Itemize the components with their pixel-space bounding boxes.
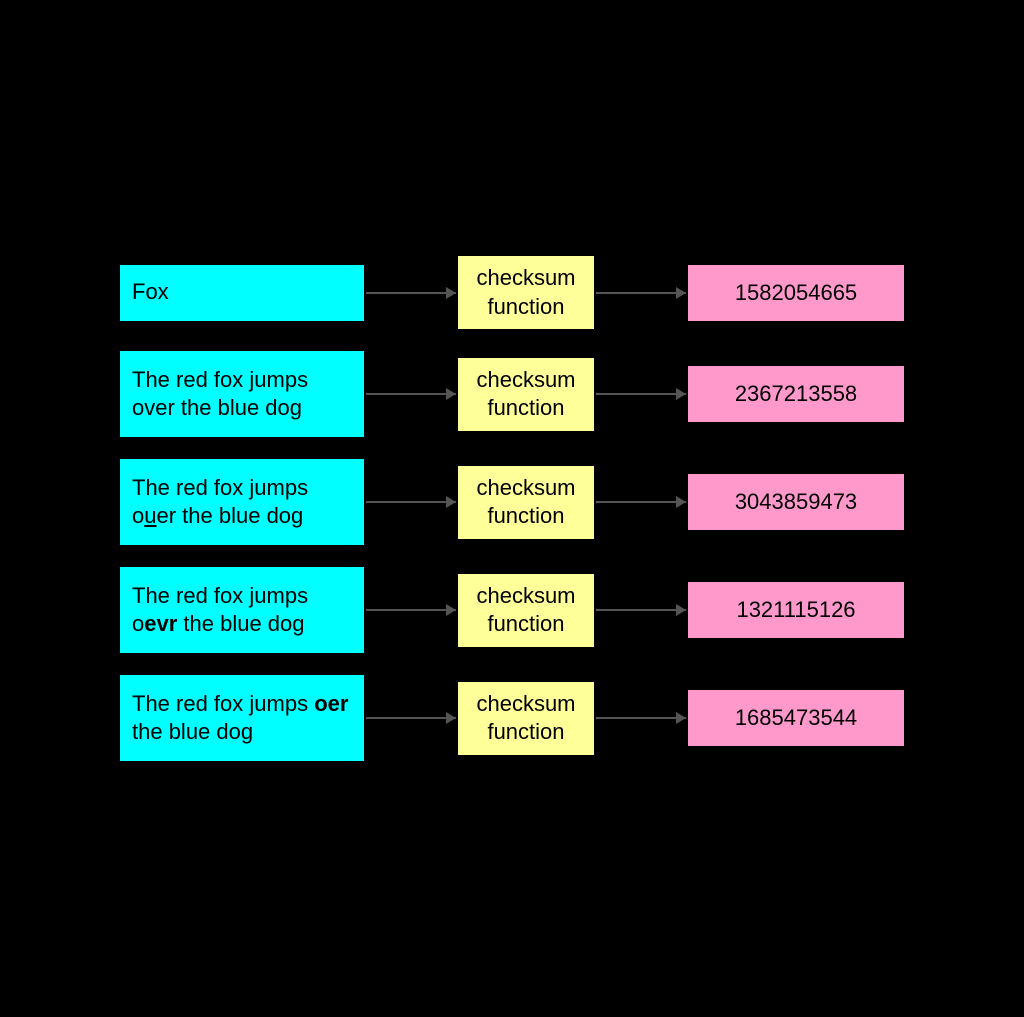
input-oer: The red fox jumps oer the blue dog: [118, 673, 366, 763]
connector-oevr-right: [596, 609, 686, 611]
input-oevr: The red fox jumps oevr the blue dog: [118, 565, 366, 655]
function-full-label: checksumfunction: [476, 366, 575, 423]
input-full-text: The red fox jumps over the blue dog: [132, 366, 352, 423]
diagram: Fox checksumfunction 1582054665 The red …: [98, 234, 926, 783]
output-oevr-value: 1321115126: [736, 597, 855, 623]
function-oevr-label: checksumfunction: [476, 582, 575, 639]
row-ouer: The red fox jumps ouer the blue dog chec…: [118, 457, 906, 547]
input-ouer-text: The red fox jumps ouer the blue dog: [132, 474, 352, 531]
output-full: 2367213558: [686, 364, 906, 424]
connector-oevr-left: [366, 609, 456, 611]
function-oevr: checksumfunction: [456, 572, 596, 649]
function-ouer-label: checksumfunction: [476, 474, 575, 531]
input-ouer: The red fox jumps ouer the blue dog: [118, 457, 366, 547]
connector-oer-right: [596, 717, 686, 719]
input-fox: Fox: [118, 263, 366, 323]
row-fox: Fox checksumfunction 1582054665: [118, 254, 906, 331]
connector-fox-left: [366, 292, 456, 294]
oer-bold: oer: [314, 691, 348, 716]
function-oer-label: checksumfunction: [476, 690, 575, 747]
input-full: The red fox jumps over the blue dog: [118, 349, 366, 439]
output-full-value: 2367213558: [735, 381, 857, 407]
function-fox-label: checksumfunction: [476, 264, 575, 321]
row-oer: The red fox jumps oer the blue dog check…: [118, 673, 906, 763]
function-ouer: checksumfunction: [456, 464, 596, 541]
connector-fox-right: [596, 292, 686, 294]
row-full: The red fox jumps over the blue dog chec…: [118, 349, 906, 439]
connector-ouer-left: [366, 501, 456, 503]
output-oer: 1685473544: [686, 688, 906, 748]
function-fox: checksumfunction: [456, 254, 596, 331]
input-fox-text: Fox: [132, 278, 169, 307]
output-fox: 1582054665: [686, 263, 906, 323]
output-oevr: 1321115126: [686, 580, 906, 640]
connector-full-left: [366, 393, 456, 395]
output-fox-value: 1582054665: [735, 280, 857, 306]
connector-oer-left: [366, 717, 456, 719]
function-full: checksumfunction: [456, 356, 596, 433]
input-oer-text: The red fox jumps oer the blue dog: [132, 690, 352, 747]
row-oevr: The red fox jumps oevr the blue dog chec…: [118, 565, 906, 655]
function-oer: checksumfunction: [456, 680, 596, 757]
output-ouer: 3043859473: [686, 472, 906, 532]
connector-full-right: [596, 393, 686, 395]
output-oer-value: 1685473544: [735, 705, 857, 731]
oevr-bold: evr: [144, 611, 177, 636]
output-ouer-value: 3043859473: [735, 489, 857, 515]
connector-ouer-right: [596, 501, 686, 503]
ouer-underline: u: [144, 503, 156, 528]
input-oevr-text: The red fox jumps oevr the blue dog: [132, 582, 352, 639]
